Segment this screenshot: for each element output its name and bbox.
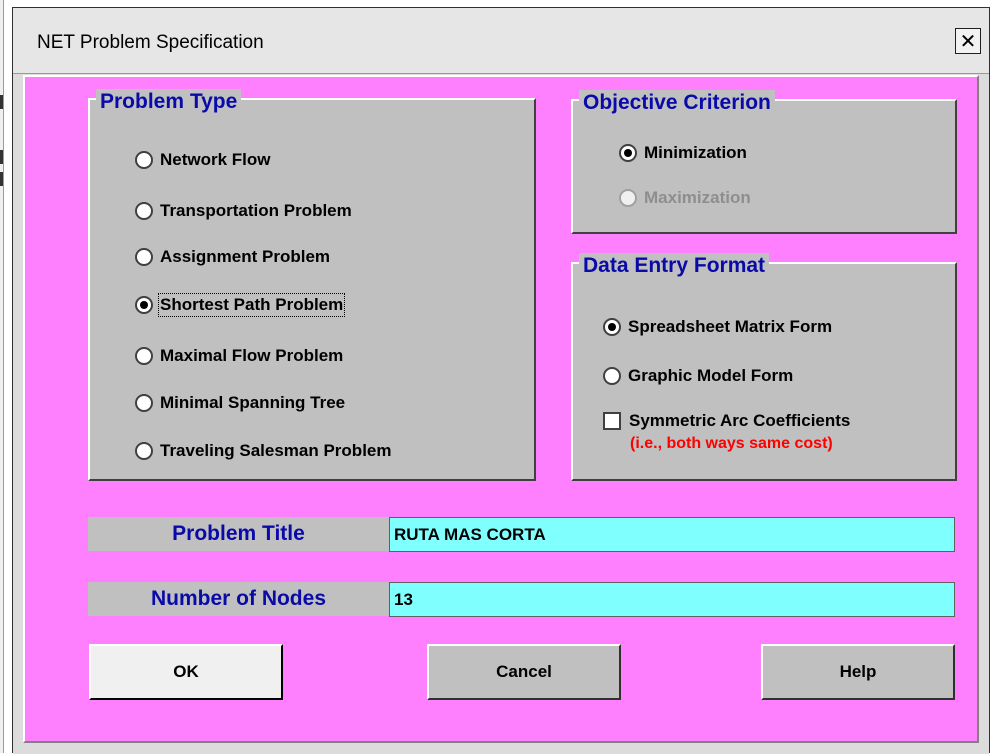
close-icon: ✕ (959, 29, 977, 53)
data-entry-format-heading: Data Entry Format (579, 253, 770, 279)
radio-button-icon (135, 248, 153, 266)
symmetric-arc-note: (i.e., both ways same cost) (630, 435, 833, 452)
radio-button-icon (603, 318, 621, 336)
problem-title-input[interactable]: RUTA MAS CORTA (389, 517, 955, 552)
option-label: Transportation Problem (160, 201, 352, 220)
radio-maximal-flow-problem[interactable]: Maximal Flow Problem (135, 346, 343, 366)
option-label: Traveling Salesman Problem (160, 441, 392, 460)
radio-spreadsheet-matrix-form[interactable]: Spreadsheet Matrix Form (603, 317, 832, 337)
background-window-mark (0, 95, 3, 109)
objective-criterion-group: Objective Criterion Minimization Maximiz… (571, 90, 957, 234)
radio-maximization: Maximization (619, 188, 751, 208)
objective-criterion-heading: Objective Criterion (579, 90, 775, 116)
radio-button-icon (619, 144, 637, 162)
option-label: Assignment Problem (160, 247, 331, 266)
problem-type-heading: Problem Type (96, 89, 242, 115)
radio-transportation-problem[interactable]: Transportation Problem (135, 201, 352, 221)
option-label: Minimization (644, 143, 747, 162)
radio-network-flow[interactable]: Network Flow (135, 150, 271, 170)
radio-graphic-model-form[interactable]: Graphic Model Form (603, 366, 793, 386)
problem-type-group: Problem Type Network Flow Transportation… (88, 89, 536, 481)
option-label: Shortest Path Problem (157, 293, 346, 317)
background-window-edge (0, 0, 4, 753)
radio-button-icon (135, 442, 153, 460)
radio-minimization[interactable]: Minimization (619, 143, 747, 163)
option-label: Maximal Flow Problem (160, 346, 344, 365)
window-title: NET Problem Specification (37, 32, 264, 53)
radio-minimal-spanning-tree[interactable]: Minimal Spanning Tree (135, 393, 345, 413)
option-label: Spreadsheet Matrix Form (628, 317, 833, 336)
background-window-mark (0, 172, 3, 186)
background-window-mark (0, 150, 3, 164)
radio-button-icon (619, 189, 637, 207)
option-label: Network Flow (160, 150, 271, 169)
ok-button[interactable]: OK (89, 644, 283, 700)
radio-button-icon (135, 151, 153, 169)
radio-button-icon (135, 394, 153, 412)
dialog-window: NET Problem Specification ✕ Problem Type… (12, 7, 990, 754)
data-entry-format-group: Data Entry Format Spreadsheet Matrix For… (571, 253, 957, 481)
radio-button-icon (603, 367, 621, 385)
number-of-nodes-input[interactable]: 13 (389, 582, 955, 617)
radio-traveling-salesman-problem[interactable]: Traveling Salesman Problem (135, 441, 391, 461)
number-of-nodes-label: Number of Nodes (88, 582, 389, 616)
close-button[interactable]: ✕ (955, 28, 981, 54)
radio-assignment-problem[interactable]: Assignment Problem (135, 247, 330, 267)
radio-button-icon (135, 347, 153, 365)
option-label: Graphic Model Form (628, 366, 794, 385)
checkbox-icon (603, 412, 621, 430)
radio-shortest-path-problem[interactable]: Shortest Path Problem (135, 293, 346, 317)
problem-title-label: Problem Title (88, 517, 389, 551)
radio-button-icon (135, 202, 153, 220)
help-button[interactable]: Help (761, 644, 955, 700)
title-bar[interactable]: NET Problem Specification ✕ (13, 8, 989, 74)
radio-button-icon (135, 296, 153, 314)
cancel-button[interactable]: Cancel (427, 644, 621, 700)
option-label: Minimal Spanning Tree (160, 393, 346, 412)
checkbox-label: Symmetric Arc Coefficients (629, 411, 851, 430)
symmetric-arc-checkbox[interactable]: Symmetric Arc Coefficients (603, 411, 850, 431)
option-label: Maximization (644, 188, 751, 207)
dialog-client-area: Problem Type Network Flow Transportation… (23, 75, 979, 743)
